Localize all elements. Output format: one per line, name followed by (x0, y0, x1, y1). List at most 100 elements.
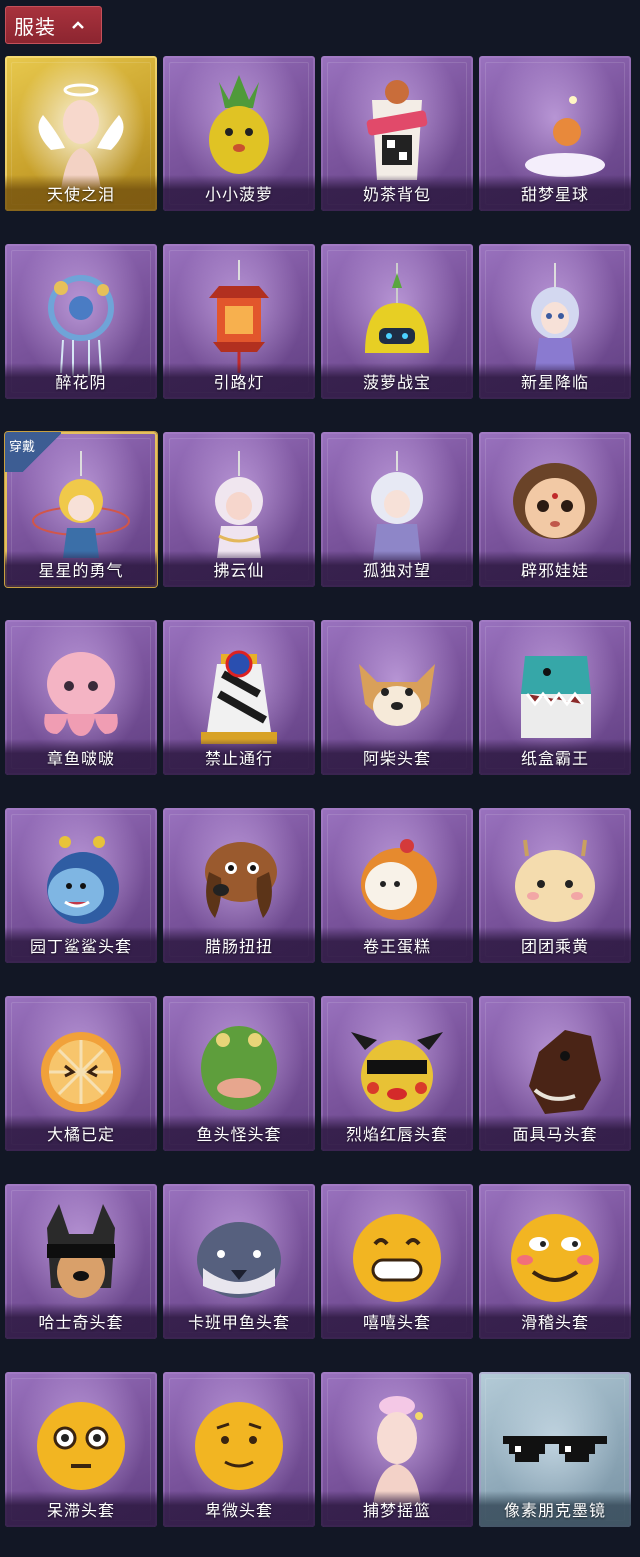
item-card[interactable]: 团团乘黄 (479, 808, 631, 963)
angel-icon (38, 83, 124, 190)
orange-slice-icon (41, 1032, 121, 1112)
item-label: 甜梦星球 (479, 175, 631, 211)
item-label: 孤独对望 (321, 551, 473, 587)
funny-emoji-icon (511, 1214, 599, 1302)
humble-emoji-icon (195, 1402, 283, 1490)
item-card[interactable]: 卑微头套 (163, 1372, 315, 1527)
item-card[interactable]: 拂云仙 (163, 432, 315, 587)
item-card[interactable]: 呆滞头套 (5, 1372, 157, 1527)
item-label: 星星的勇气 (5, 551, 157, 587)
item-label: 卑微头套 (163, 1491, 315, 1527)
item-card[interactable]: 哈士奇头套 (5, 1184, 157, 1339)
item-label: 嘻嘻头套 (321, 1303, 473, 1339)
item-label: 团团乘黄 (479, 927, 631, 963)
item-card[interactable]: 辟邪娃娃 (479, 432, 631, 587)
costume-tab-label: 服装 (14, 14, 56, 39)
chevron-up-icon (70, 17, 86, 33)
item-card[interactable]: 园丁鲨鲨头套 (5, 808, 157, 963)
item-card[interactable]: 卷王蛋糕 (321, 808, 473, 963)
item-card[interactable]: 烈焰红唇头套 (321, 996, 473, 1151)
moon-fox-icon (521, 90, 605, 177)
item-label: 捕梦摇篮 (321, 1491, 473, 1527)
equipped-badge: 穿戴 (5, 432, 61, 472)
item-label: 菠萝战宝 (321, 363, 473, 399)
item-card[interactable]: 奶茶背包 (321, 56, 473, 211)
item-card[interactable]: 天使之泪 (5, 56, 157, 211)
item-card[interactable]: 禁止通行 (163, 620, 315, 775)
white-hair-doll-icon (371, 451, 423, 560)
item-label: 卡班甲鱼头套 (163, 1303, 315, 1339)
flower-charm-icon (48, 275, 114, 376)
shiba-mask-icon (359, 664, 435, 726)
item-label: 辟邪娃娃 (479, 551, 631, 587)
item-card[interactable]: 腊肠扭扭 (163, 808, 315, 963)
item-card[interactable]: 醉花阴 (5, 244, 157, 399)
item-label: 章鱼啵啵 (5, 739, 157, 775)
item-label: 哈士奇头套 (5, 1303, 157, 1339)
box-dino-icon (521, 656, 591, 738)
item-label: 大橘已定 (5, 1115, 157, 1151)
item-card[interactable]: 章鱼啵啵 (5, 620, 157, 775)
item-card[interactable]: 面具马头套 (479, 996, 631, 1151)
item-card-equipped[interactable]: 穿戴 星星的勇气 (5, 432, 157, 587)
item-card[interactable]: 像素朋克墨镜 (479, 1372, 631, 1527)
husky-mask-icon (47, 1204, 115, 1298)
horse-mask-icon (529, 1030, 601, 1114)
item-label: 新星降临 (479, 363, 631, 399)
doll-head-icon (513, 463, 597, 539)
item-card[interactable]: 大橘已定 (5, 996, 157, 1151)
item-card[interactable]: 引路灯 (163, 244, 315, 399)
item-label: 天使之泪 (5, 175, 157, 211)
item-label: 小小菠萝 (163, 175, 315, 211)
item-card[interactable]: 甜梦星球 (479, 56, 631, 211)
item-label: 烈焰红唇头套 (321, 1115, 473, 1151)
pineapple-robot-icon (365, 263, 429, 353)
item-card[interactable]: 捕梦摇篮 (321, 1372, 473, 1527)
item-label: 引路灯 (163, 363, 315, 399)
item-card[interactable]: 孤独对望 (321, 432, 473, 587)
item-label: 禁止通行 (163, 739, 315, 775)
dreamcatcher-head-icon (373, 1396, 423, 1506)
item-card[interactable]: 卡班甲鱼头套 (163, 1184, 315, 1339)
item-label: 纸盒霸王 (479, 739, 631, 775)
item-label: 园丁鲨鲨头套 (5, 927, 157, 963)
item-label: 像素朋克墨镜 (479, 1491, 631, 1527)
cake-roll-icon (361, 839, 437, 920)
costume-grid: 天使之泪 小小菠萝 奶茶背包 甜梦星球 醉花阴 引路灯 菠萝战宝 新星降临 穿戴… (5, 56, 635, 1527)
item-label: 阿柴头套 (321, 739, 473, 775)
fish-mask-icon (201, 1026, 277, 1110)
item-label: 面具马头套 (479, 1115, 631, 1151)
item-card[interactable]: 嘻嘻头套 (321, 1184, 473, 1339)
item-label: 滑稽头套 (479, 1303, 631, 1339)
item-card[interactable]: 滑稽头套 (479, 1184, 631, 1339)
whale-mask-icon (197, 1222, 281, 1298)
item-label: 醉花阴 (5, 363, 157, 399)
cloud-fairy-icon (215, 451, 263, 558)
costume-tab[interactable]: 服装 (5, 6, 102, 44)
cat-mask-icon (515, 839, 595, 922)
item-card[interactable]: 阿柴头套 (321, 620, 473, 775)
lantern-icon (209, 260, 269, 373)
no-entry-sign-icon (201, 650, 277, 744)
item-label: 奶茶背包 (321, 175, 473, 211)
item-label: 鱼头怪头套 (163, 1115, 315, 1151)
pikachu-mask-icon (351, 1032, 443, 1112)
grin-emoji-icon (353, 1214, 441, 1302)
item-label: 卷王蛋糕 (321, 927, 473, 963)
dachshund-mask-icon (205, 842, 277, 918)
item-card[interactable]: 鱼头怪头套 (163, 996, 315, 1151)
item-label: 腊肠扭扭 (163, 927, 315, 963)
item-label: 拂云仙 (163, 551, 315, 587)
item-card[interactable]: 小小菠萝 (163, 56, 315, 211)
item-card[interactable]: 新星降临 (479, 244, 631, 399)
pixel-sunglasses-icon (503, 1436, 607, 1462)
octopus-icon (44, 652, 118, 736)
milk-tea-bag-icon (366, 80, 428, 180)
item-card[interactable]: 菠萝战宝 (321, 244, 473, 399)
shark-mask-icon (47, 836, 119, 924)
item-label: 呆滞头套 (5, 1491, 157, 1527)
item-card[interactable]: 纸盒霸王 (479, 620, 631, 775)
stunned-emoji-icon (37, 1402, 125, 1490)
star-doll-icon (531, 263, 579, 370)
pineapple-icon (209, 75, 269, 174)
